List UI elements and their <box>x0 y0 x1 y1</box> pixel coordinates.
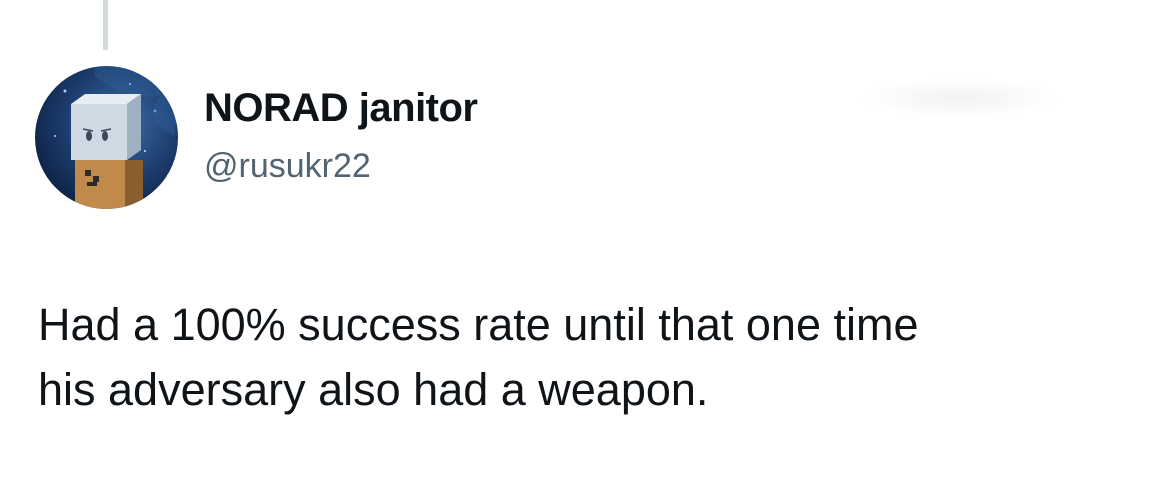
thread-connector-line <box>103 0 108 50</box>
tweet-text-line: Had a 100% success rate until that one t… <box>38 299 919 350</box>
blurred-region <box>860 78 1060 118</box>
author-display-name[interactable]: NORAD janitor <box>204 86 478 131</box>
tweet-text-line: his adversary also had a weapon. <box>38 364 709 415</box>
tweet-text: Had a 100% success rate until that one t… <box>38 292 1138 422</box>
author-handle[interactable]: @rusukr22 <box>204 147 371 186</box>
pixel-robot-avatar-icon <box>35 66 178 209</box>
avatar[interactable] <box>35 66 178 209</box>
